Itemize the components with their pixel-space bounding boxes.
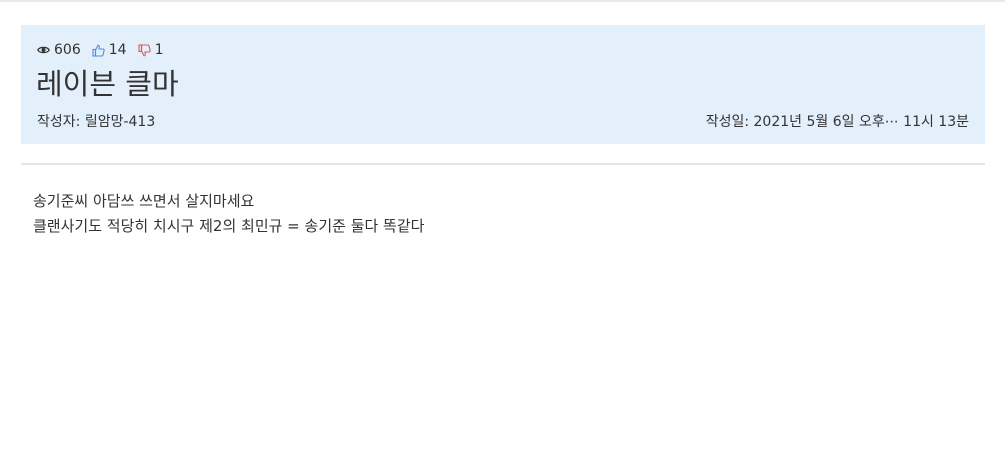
author-label: 작성자: <box>37 114 81 130</box>
dislikes-count: 1 <box>154 42 164 58</box>
thumbs-down-icon <box>138 43 151 56</box>
post-title: 레이븐 클마 <box>36 67 179 101</box>
author-name[interactable]: 릴암망-413 <box>85 114 155 130</box>
likes-count: 14 <box>108 42 127 58</box>
dislikes-stat[interactable]: 1 <box>138 41 164 59</box>
header-divider <box>21 163 985 165</box>
views-count: 606 <box>54 42 81 58</box>
top-border <box>0 0 1005 2</box>
post-stats: 606 14 1 <box>37 41 174 59</box>
views-stat: 606 <box>37 41 81 59</box>
post-meta: 작성자: 릴암망-413 작성일: 2021년 5월 6일 오후⋯ 11시 13… <box>37 113 969 131</box>
post-date: 2021년 5월 6일 오후⋯ 11시 13분 <box>753 114 969 130</box>
date-info: 작성일: 2021년 5월 6일 오후⋯ 11시 13분 <box>706 113 969 131</box>
post-header: 606 14 1 레이븐 클마 작성자: 릴암망-413 작성일: 2021년 … <box>21 25 985 144</box>
likes-stat[interactable]: 14 <box>92 41 127 59</box>
author-info: 작성자: 릴암망-413 <box>37 113 155 131</box>
thumbs-up-icon <box>92 44 105 57</box>
date-label: 작성일: <box>705 114 750 130</box>
post-body: 송기준씨 아담쓰 쓰면서 살지마세요 클랜사기도 적당히 치시구 제2의 최민규… <box>33 189 973 239</box>
eye-icon <box>37 46 50 54</box>
body-line: 클랜사기도 적당히 치시구 제2의 최민규 = 송기준 둘다 똑같다 <box>33 217 425 235</box>
body-line: 송기준씨 아담쓰 쓰면서 살지마세요 <box>33 192 255 210</box>
